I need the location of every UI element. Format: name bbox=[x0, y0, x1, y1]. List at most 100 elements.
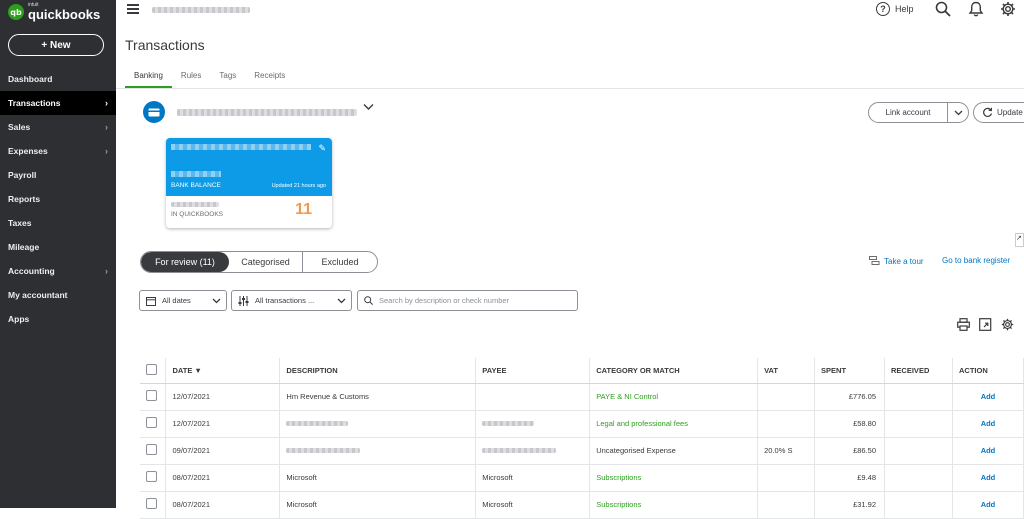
sidebar-item-label: Expenses bbox=[8, 146, 48, 156]
search-input[interactable]: Search by description or check number bbox=[357, 290, 578, 311]
row-checkbox[interactable] bbox=[140, 410, 167, 438]
bank-balance-redacted bbox=[171, 171, 221, 177]
row-checkbox[interactable] bbox=[140, 383, 167, 411]
sidebar-item-apps[interactable]: Apps bbox=[0, 307, 116, 331]
cell-spent: £9.48 bbox=[814, 464, 886, 492]
cell-spent: £86.50 bbox=[814, 437, 886, 465]
cell-date: 12/07/2021 bbox=[165, 410, 281, 438]
tab-tags[interactable]: Tags bbox=[210, 68, 245, 88]
date-filter-value: All dates bbox=[162, 296, 191, 305]
tab-for-review[interactable]: For review (11) bbox=[141, 252, 229, 272]
quickbooks-balance-redacted bbox=[171, 202, 219, 207]
pencil-icon[interactable]: ✎ bbox=[318, 143, 326, 154]
export-icon[interactable] bbox=[979, 318, 992, 331]
take-a-tour-link[interactable]: Take a tour bbox=[869, 256, 924, 266]
tab-banking[interactable]: Banking bbox=[125, 68, 172, 88]
chevron-right-icon: › bbox=[105, 146, 108, 156]
sidebar-item-sales[interactable]: Sales › bbox=[0, 115, 116, 139]
in-quickbooks-label: IN QUICKBOOKS bbox=[171, 211, 224, 218]
cell-received bbox=[884, 383, 953, 411]
transactions-table: DATE ▼ DESCRIPTION PAYEE CATEGORY OR MAT… bbox=[140, 358, 1024, 519]
new-button[interactable]: + New bbox=[8, 34, 104, 56]
cell-payee: Microsoft bbox=[475, 464, 591, 492]
link-account-button[interactable]: Link account bbox=[868, 102, 948, 123]
help-button[interactable]: ? Help bbox=[876, 2, 914, 16]
update-button[interactable]: Update bbox=[973, 102, 1024, 123]
table-row[interactable]: 12/07/2021 Legal and professional fees £… bbox=[140, 410, 1024, 438]
sidebar-item-expenses[interactable]: Expenses › bbox=[0, 139, 116, 163]
table-row[interactable]: 08/07/2021 Microsoft Microsoft Subscript… bbox=[140, 491, 1024, 519]
tab-excluded[interactable]: Excluded bbox=[303, 252, 377, 272]
logo-name: quickbooks bbox=[28, 7, 101, 22]
tab-categorised[interactable]: Categorised bbox=[229, 252, 303, 272]
date-filter[interactable]: All dates bbox=[139, 290, 227, 311]
sidebar-item-payroll[interactable]: Payroll bbox=[0, 163, 116, 187]
cell-category[interactable]: Uncategorised Expense bbox=[589, 437, 759, 465]
tab-rules[interactable]: Rules bbox=[172, 68, 210, 88]
sidebar-item-accounting[interactable]: Accounting › bbox=[0, 259, 116, 283]
table-row[interactable]: 08/07/2021 Microsoft Microsoft Subscript… bbox=[140, 464, 1024, 492]
cell-category[interactable]: Legal and professional fees bbox=[589, 410, 759, 438]
row-checkbox[interactable] bbox=[140, 437, 167, 465]
page-tabs: Banking Rules Tags Receipts bbox=[125, 68, 294, 88]
cell-category[interactable]: Subscriptions bbox=[589, 464, 759, 492]
select-all-checkbox[interactable] bbox=[140, 358, 167, 384]
sidebar-item-mileage[interactable]: Mileage bbox=[0, 235, 116, 259]
search-placeholder: Search by description or check number bbox=[379, 296, 510, 305]
add-button[interactable]: Add bbox=[952, 410, 1024, 438]
gear-icon[interactable] bbox=[1000, 1, 1016, 17]
column-vat[interactable]: VAT bbox=[757, 358, 816, 384]
sidebar-item-label: Dashboard bbox=[8, 74, 53, 84]
table-row[interactable]: 12/07/2021 Hm Revenue & Customs PAYE & N… bbox=[140, 383, 1024, 411]
cell-description-redacted bbox=[279, 410, 477, 438]
column-description[interactable]: DESCRIPTION bbox=[279, 358, 477, 384]
cell-vat bbox=[757, 410, 816, 438]
sidebar-item-dashboard[interactable]: Dashboard bbox=[0, 67, 116, 91]
add-button[interactable]: Add bbox=[952, 491, 1024, 519]
print-icon[interactable] bbox=[957, 318, 970, 331]
account-name-redacted[interactable] bbox=[177, 109, 357, 116]
sidebar-item-reports[interactable]: Reports bbox=[0, 187, 116, 211]
chevron-down-icon[interactable] bbox=[363, 103, 374, 111]
collapse-panel-icon[interactable]: ↗ bbox=[1015, 233, 1024, 247]
page-title: Transactions bbox=[125, 37, 205, 53]
hamburger-menu-icon[interactable] bbox=[127, 4, 139, 14]
column-received[interactable]: RECEIVED bbox=[884, 358, 953, 384]
row-checkbox[interactable] bbox=[140, 491, 167, 519]
cell-spent: £776.05 bbox=[814, 383, 886, 411]
row-checkbox[interactable] bbox=[140, 464, 167, 492]
cell-payee: Microsoft bbox=[475, 491, 591, 519]
table-row[interactable]: 09/07/2021 Uncategorised Expense 20.0% S… bbox=[140, 437, 1024, 465]
column-date[interactable]: DATE ▼ bbox=[165, 358, 281, 384]
tab-receipts[interactable]: Receipts bbox=[245, 68, 294, 88]
bell-icon[interactable] bbox=[968, 1, 984, 17]
filter-sliders-icon bbox=[238, 295, 249, 306]
cell-received bbox=[884, 437, 953, 465]
cell-date: 08/07/2021 bbox=[165, 491, 281, 519]
sidebar-item-transactions[interactable]: Transactions › bbox=[0, 91, 116, 115]
help-label: Help bbox=[895, 4, 914, 14]
gear-icon[interactable] bbox=[1001, 318, 1014, 331]
sidebar-item-taxes[interactable]: Taxes bbox=[0, 211, 116, 235]
table-header-row: DATE ▼ DESCRIPTION PAYEE CATEGORY OR MAT… bbox=[140, 358, 1024, 384]
add-button[interactable]: Add bbox=[952, 464, 1024, 492]
qb-logo-icon: qb bbox=[8, 4, 24, 20]
column-payee[interactable]: PAYEE bbox=[475, 358, 591, 384]
bank-register-link[interactable]: Go to bank register bbox=[942, 256, 1010, 265]
column-spent[interactable]: SPENT bbox=[814, 358, 886, 384]
quickbooks-logo[interactable]: qb intuit quickbooks bbox=[8, 3, 100, 21]
cell-date: 12/07/2021 bbox=[165, 383, 281, 411]
bank-account-card[interactable]: ✎ BANK BALANCE Updated 21 hours ago IN Q… bbox=[166, 138, 332, 228]
sidebar-item-my-accountant[interactable]: My accountant bbox=[0, 283, 116, 307]
for-review-count: 11 bbox=[295, 201, 312, 218]
divider bbox=[116, 88, 1024, 89]
search-icon[interactable] bbox=[935, 1, 951, 17]
column-category[interactable]: CATEGORY OR MATCH bbox=[589, 358, 759, 384]
cell-category[interactable]: PAYE & NI Control bbox=[589, 383, 759, 411]
cell-category[interactable]: Subscriptions bbox=[589, 491, 759, 519]
cell-payee-redacted bbox=[475, 437, 591, 465]
add-button[interactable]: Add bbox=[952, 383, 1024, 411]
add-button[interactable]: Add bbox=[952, 437, 1024, 465]
transaction-type-filter[interactable]: All transactions ... bbox=[231, 290, 352, 311]
link-account-dropdown[interactable] bbox=[947, 102, 969, 123]
